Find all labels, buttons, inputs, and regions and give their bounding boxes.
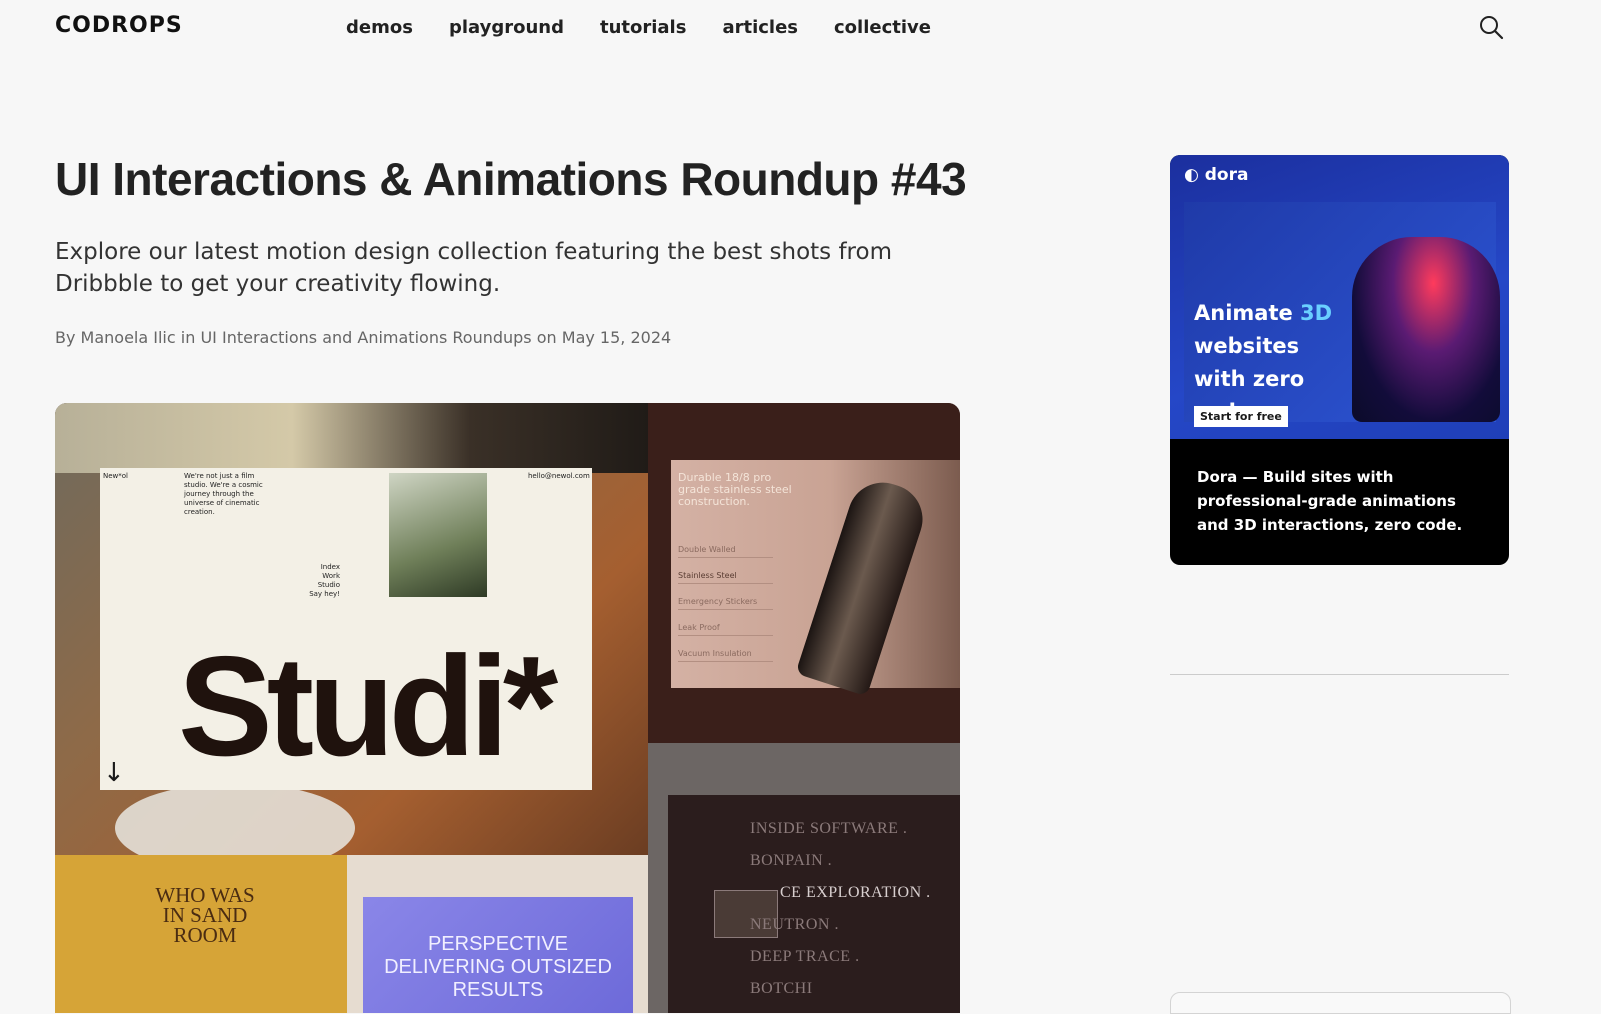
studio-menu-item: Studio	[317, 581, 340, 589]
nav-collective[interactable]: collective	[834, 17, 931, 38]
list-shot: INSIDE SOFTWARE . BONPAIN . CE EXPLORATI…	[648, 743, 960, 1013]
article-title: UI Interactions & Animations Roundup #43	[55, 153, 967, 205]
hero-image: New*ol We're not just a film studio. We'…	[55, 403, 960, 1013]
list-item: BONPAIN .	[750, 852, 833, 869]
ad-hero-figure	[1352, 237, 1500, 422]
studio-menu-item: Index	[320, 563, 340, 571]
studio-email: hello@newol.com	[528, 472, 590, 480]
bottle-shot: Durable 18/8 pro grade stainless steel c…	[648, 403, 960, 743]
nav-articles[interactable]: articles	[722, 17, 798, 38]
list-item: BOTCHI	[750, 980, 813, 997]
bottle-feature: Stainless Steel	[678, 571, 773, 584]
start-for-free-button[interactable]: Start for free	[1194, 406, 1288, 427]
sidebar-ad[interactable]: ◐ dora Animate 3D websites with zero cod…	[1170, 155, 1509, 565]
studio-intro: We're not just a film studio. We're a co…	[184, 472, 263, 516]
studio-menu-item: Work	[322, 572, 340, 580]
dora-logo: ◐ dora	[1184, 165, 1249, 185]
studio-tag: New*ol	[103, 472, 128, 480]
author-link[interactable]: Manoela Ilic	[81, 328, 176, 347]
article-meta: By Manoela Ilic in UI Interactions and A…	[55, 328, 671, 347]
meta-in: in	[180, 328, 196, 347]
bottle-image	[795, 473, 932, 697]
ad-brand: dora	[1204, 165, 1249, 185]
category-link[interactable]: UI Interactions and Animations Roundups	[200, 328, 531, 347]
arrow-down-icon: ↓	[103, 758, 125, 788]
sandroom-shot: WHO WAS IN SAND ROOM	[55, 855, 347, 1013]
ad-headline-pre: Animate	[1194, 301, 1301, 325]
ad-headline-accent: 3D	[1300, 301, 1333, 325]
sandroom-text: WHO WAS IN SAND ROOM	[155, 883, 255, 947]
list-item: NEUTRON .	[750, 916, 839, 933]
nav-tutorials[interactable]: tutorials	[600, 17, 686, 38]
list-item: CE EXPLORATION .	[780, 884, 931, 901]
bottle-feature: Emergency Stickers	[678, 597, 773, 610]
ad-visual: ◐ dora Animate 3D websites with zero cod…	[1170, 155, 1509, 439]
meta-by: By	[55, 328, 76, 347]
nav-demos[interactable]: demos	[346, 17, 413, 38]
studio-shot: New*ol We're not just a film studio. We'…	[55, 403, 648, 873]
perspective-text: PERSPECTIVE DELIVERING OUTSIZED RESULTS	[384, 933, 612, 1001]
bottle-feature: Vacuum Insulation	[678, 649, 773, 662]
nav-playground[interactable]: playground	[449, 17, 564, 38]
meta-on: on	[536, 328, 557, 347]
studio-photo	[389, 473, 487, 597]
sidebar-divider	[1170, 674, 1509, 675]
site-logo[interactable]: CODROPS	[55, 13, 183, 38]
article-subtitle: Explore our latest motion design collect…	[55, 239, 892, 297]
list-card: INSIDE SOFTWARE . BONPAIN . CE EXPLORATI…	[668, 795, 960, 1013]
sidebar-box	[1170, 992, 1511, 1014]
search-icon[interactable]	[1478, 14, 1504, 40]
bottle-headline: Durable 18/8 pro grade stainless steel c…	[678, 471, 792, 508]
list-item: INSIDE SOFTWARE .	[750, 820, 908, 837]
studio-background	[55, 403, 648, 473]
studio-menu-item: Say hey!	[309, 590, 340, 598]
bottle-feature: Double Walled	[678, 545, 773, 558]
perspective-shot: PERSPECTIVE DELIVERING OUTSIZED RESULTS	[347, 855, 648, 1013]
main-nav: demos playground tutorials articles coll…	[346, 17, 931, 38]
studio-card: New*ol We're not just a film studio. We'…	[100, 468, 592, 790]
ad-screen: Animate 3D websites with zero code. Star…	[1184, 202, 1500, 427]
bottle-feature: Leak Proof	[678, 623, 773, 636]
studio-word: Studi*	[178, 627, 558, 786]
list-item: DEEP TRACE .	[750, 948, 860, 965]
bottle-card: Durable 18/8 pro grade stainless steel c…	[671, 460, 960, 697]
article-date: May 15, 2024	[561, 328, 672, 347]
ad-body: Dora — Build sites with professional-gra…	[1197, 468, 1463, 534]
